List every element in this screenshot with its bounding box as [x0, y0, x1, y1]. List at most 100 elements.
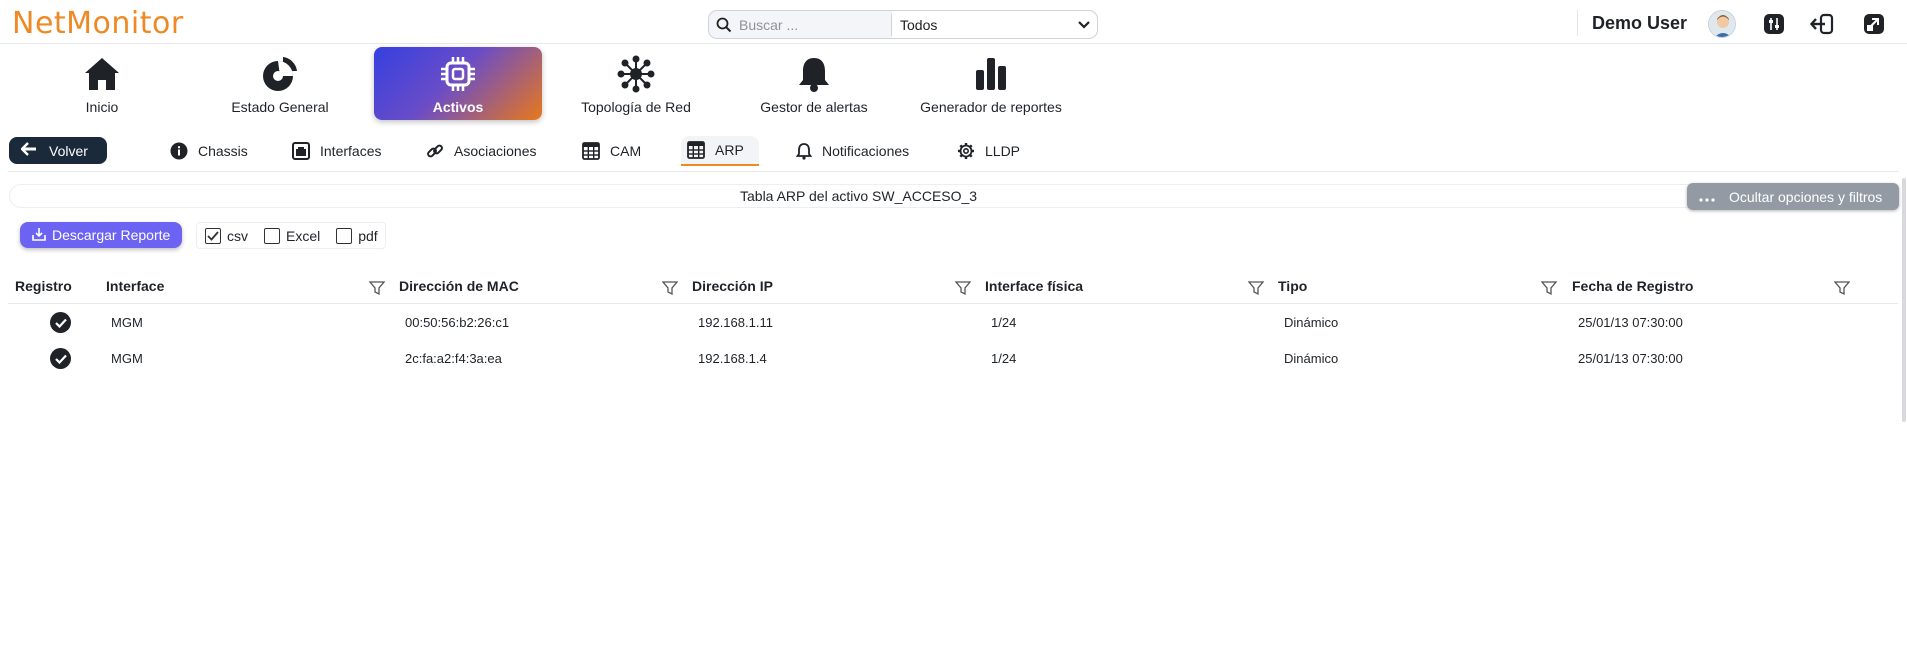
search-bar: Todos — [708, 10, 1098, 39]
switch-window-icon[interactable] — [1862, 12, 1886, 36]
filter-icon[interactable] — [954, 280, 972, 296]
cell-mac: 00:50:56:b2:26:c1 — [405, 315, 510, 330]
tab-label: LLDP — [985, 143, 1021, 159]
module-generador-reportes[interactable]: Generador de reportes — [907, 47, 1075, 120]
tab-notificaciones[interactable]: Notificaciones — [790, 136, 915, 166]
logout-icon[interactable] — [1810, 12, 1834, 36]
interface-icon — [292, 142, 310, 160]
module-estado-general[interactable]: Estado General — [196, 47, 364, 120]
tab-cam[interactable]: CAM — [576, 136, 647, 166]
check-circle-icon — [50, 312, 71, 333]
checkbox-checked-icon[interactable] — [205, 227, 221, 244]
cell-tipo: Dinámico — [1284, 315, 1339, 330]
tab-label: Interfaces — [320, 143, 382, 159]
header-divider — [1577, 10, 1578, 36]
filter-icon[interactable] — [368, 280, 386, 296]
checkbox-empty-icon[interactable] — [264, 227, 280, 244]
table-header: Registro Interface Dirección de MAC Dire… — [8, 272, 1898, 304]
hide-filters-label: Ocultar opciones y filtros — [1729, 188, 1883, 205]
back-button[interactable]: Volver — [9, 137, 107, 164]
tab-arp[interactable]: ARP — [681, 136, 759, 166]
filter-icon[interactable] — [1833, 280, 1851, 296]
tab-chassis[interactable]: Chassis — [164, 136, 254, 166]
format-label: csv — [227, 227, 248, 244]
module-label: Inicio — [85, 99, 119, 115]
tab-lldp[interactable]: LLDP — [951, 136, 1026, 166]
check-circle-icon — [50, 348, 71, 369]
cell-interface: MGM — [111, 351, 143, 366]
bell-icon — [796, 142, 812, 160]
cell-interface: MGM — [111, 315, 143, 330]
tab-label: CAM — [610, 143, 642, 159]
column-header-tipo[interactable]: Tipo — [1278, 278, 1307, 294]
bar-chart-icon — [974, 53, 1008, 95]
column-header-mac[interactable]: Dirección de MAC — [399, 278, 519, 294]
cell-physical: 1/24 — [991, 315, 1017, 330]
column-header-ip[interactable]: Dirección IP — [692, 278, 773, 294]
format-csv[interactable]: csv — [205, 227, 248, 244]
cell-physical: 1/24 — [991, 351, 1017, 366]
module-inicio[interactable]: Inicio — [18, 47, 186, 120]
download-label: Descargar Reporte — [52, 227, 171, 243]
cell-tipo: Dinámico — [1284, 351, 1339, 366]
table-icon — [582, 142, 600, 160]
tabs-divider — [8, 171, 1898, 172]
checkbox-empty-icon[interactable] — [336, 227, 353, 244]
asset-tabs: Volver Chassis Interfaces Asociaciones C… — [0, 134, 1907, 170]
scrollbar[interactable] — [1902, 178, 1906, 422]
tab-label: Chassis — [198, 143, 248, 159]
bell-icon — [797, 53, 831, 95]
settings-sliders-icon[interactable] — [1762, 12, 1786, 36]
info-icon — [170, 142, 188, 160]
cell-ip: 192.168.1.11 — [698, 315, 773, 330]
hide-filters-button[interactable]: Ocultar opciones y filtros — [1687, 183, 1899, 210]
chip-icon — [439, 53, 477, 95]
table-row[interactable]: MGM 2c:fa:a2:f4:3a:ea 192.168.1.4 1/24 D… — [8, 341, 1898, 377]
module-activos[interactable]: Activos — [374, 47, 542, 120]
module-label: Activos — [432, 99, 484, 115]
module-label: Gestor de alertas — [760, 99, 868, 115]
tab-label: Notificaciones — [822, 143, 910, 159]
column-header-registro[interactable]: Registro — [15, 278, 72, 294]
cell-fecha: 25/01/13 07:30:00 — [1578, 351, 1683, 366]
more-horizontal-icon — [1699, 189, 1715, 205]
search-icon — [709, 17, 739, 33]
format-options: csv Excel pdf — [196, 222, 386, 249]
filter-icon[interactable] — [1540, 280, 1558, 296]
tab-asociaciones[interactable]: Asociaciones — [420, 136, 543, 166]
module-topologia[interactable]: Topología de Red — [552, 47, 720, 120]
arrow-left-icon — [20, 142, 37, 159]
cell-mac: 2c:fa:a2:f4:3a:ea — [405, 351, 502, 366]
module-label: Topología de Red — [581, 99, 691, 115]
network-icon — [617, 53, 655, 95]
search-scope-select[interactable]: Todos — [892, 11, 1097, 38]
page-title: Tabla ARP del activo SW_ACCESO_3 — [740, 188, 978, 204]
avatar[interactable] — [1708, 10, 1736, 38]
tab-label: Asociaciones — [454, 143, 537, 159]
top-bar: NetMonitor Todos Demo User — [0, 0, 1907, 44]
module-nav: Inicio Estado General Activos Topología … — [0, 44, 1907, 124]
cell-ip: 192.168.1.4 — [698, 351, 767, 366]
filter-icon[interactable] — [1247, 280, 1265, 296]
user-name[interactable]: Demo User — [1592, 13, 1687, 34]
filter-icon[interactable] — [661, 280, 679, 296]
format-label: pdf — [358, 227, 378, 244]
search-input[interactable] — [739, 16, 889, 33]
column-header-interface[interactable]: Interface — [106, 278, 164, 294]
format-label: Excel — [286, 227, 321, 244]
pie-chart-icon — [261, 53, 299, 95]
download-report-button[interactable]: Descargar Reporte — [20, 222, 182, 248]
search-scope-value: Todos — [900, 16, 938, 33]
column-header-physical[interactable]: Interface física — [985, 278, 1083, 294]
table-row[interactable]: MGM 00:50:56:b2:26:c1 192.168.1.11 1/24 … — [8, 305, 1898, 341]
format-pdf[interactable]: pdf — [336, 227, 378, 244]
tab-interfaces[interactable]: Interfaces — [286, 136, 387, 166]
gear-icon — [957, 142, 975, 160]
module-label: Estado General — [231, 99, 329, 115]
module-gestor-alertas[interactable]: Gestor de alertas — [730, 47, 898, 120]
format-excel[interactable]: Excel — [264, 227, 321, 244]
column-header-fecha[interactable]: Fecha de Registro — [1572, 278, 1693, 294]
link-icon — [426, 142, 444, 160]
home-icon — [83, 53, 121, 95]
app-logo[interactable]: NetMonitor — [12, 6, 184, 41]
